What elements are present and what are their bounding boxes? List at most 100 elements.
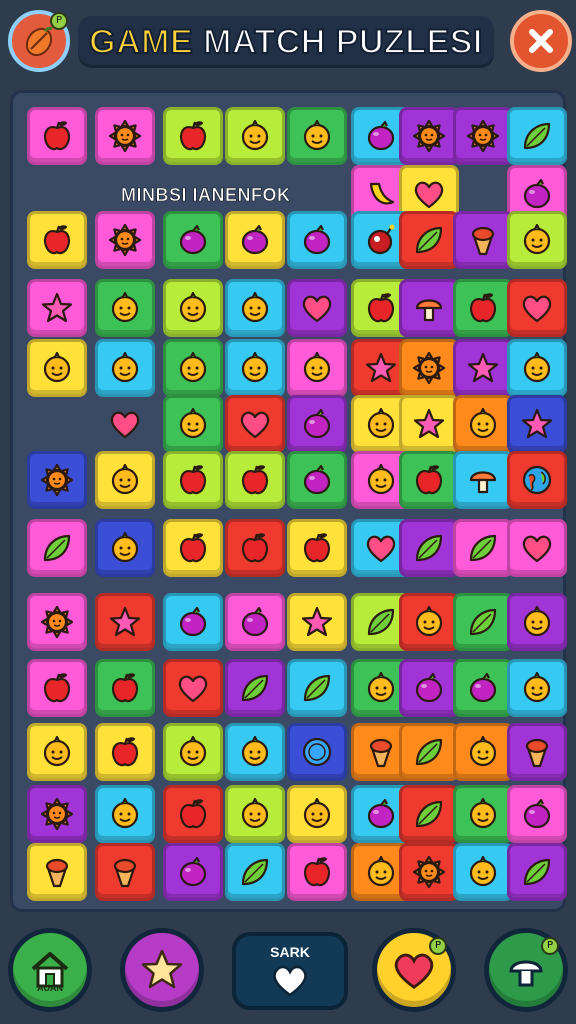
board-tile[interactable] [453, 211, 513, 269]
board-tile[interactable] [399, 519, 459, 577]
board-tile[interactable] [287, 593, 347, 651]
board-tile[interactable] [95, 843, 155, 901]
board-tile[interactable] [507, 785, 567, 843]
board-tile[interactable] [399, 843, 459, 901]
board-tile[interactable] [453, 395, 513, 453]
board-tile[interactable] [287, 107, 347, 165]
board-tile[interactable] [453, 279, 513, 337]
board-tile[interactable] [27, 519, 87, 577]
board-tile[interactable] [225, 723, 285, 781]
board-tile[interactable] [399, 451, 459, 509]
board-tile[interactable] [95, 107, 155, 165]
board-tile[interactable] [399, 785, 459, 843]
home-button[interactable]: AUAN [8, 928, 92, 1012]
board-tile[interactable] [95, 279, 155, 337]
board-tile[interactable] [225, 785, 285, 843]
board-tile[interactable] [27, 211, 87, 269]
board-tile[interactable] [27, 593, 87, 651]
board-tile[interactable] [95, 339, 155, 397]
board-tile[interactable] [95, 593, 155, 651]
board-tile[interactable] [27, 659, 87, 717]
board-tile[interactable] [225, 593, 285, 651]
board-tile[interactable] [163, 659, 223, 717]
board-tile[interactable] [163, 279, 223, 337]
board-tile[interactable] [163, 451, 223, 509]
board-tile[interactable] [27, 723, 87, 781]
board-tile[interactable] [453, 107, 513, 165]
board-tile[interactable] [27, 451, 87, 509]
heart-button[interactable]: P [372, 928, 456, 1012]
board-tile[interactable] [163, 723, 223, 781]
board-tile[interactable] [287, 843, 347, 901]
board-tile[interactable] [399, 107, 459, 165]
close-button[interactable] [510, 10, 572, 72]
board-tile[interactable] [163, 519, 223, 577]
board-tile[interactable] [399, 211, 459, 269]
board-tile[interactable] [399, 339, 459, 397]
board-tile[interactable] [225, 519, 285, 577]
board-tile[interactable] [453, 339, 513, 397]
board-tile[interactable] [507, 593, 567, 651]
spark-button[interactable]: SARK [232, 932, 348, 1010]
board-tile[interactable] [163, 395, 223, 453]
board-tile[interactable] [399, 395, 459, 453]
board-tile[interactable] [507, 519, 567, 577]
board-tile[interactable] [399, 723, 459, 781]
board-tile[interactable] [287, 785, 347, 843]
board-tile[interactable] [225, 279, 285, 337]
board-tile[interactable] [95, 659, 155, 717]
board-tile[interactable] [27, 107, 87, 165]
board-tile[interactable] [95, 723, 155, 781]
board-tile[interactable] [95, 211, 155, 269]
board-tile[interactable] [399, 659, 459, 717]
board-tile[interactable] [453, 659, 513, 717]
board-tile[interactable] [95, 395, 155, 453]
board-tile[interactable] [225, 339, 285, 397]
board-tile[interactable] [453, 723, 513, 781]
board-tile[interactable] [95, 785, 155, 843]
board-tile[interactable] [507, 107, 567, 165]
board-tile[interactable] [287, 279, 347, 337]
board-tile[interactable] [95, 451, 155, 509]
board-tile[interactable] [225, 659, 285, 717]
board-tile[interactable] [225, 843, 285, 901]
board-tile[interactable] [163, 843, 223, 901]
board-tile[interactable] [507, 451, 567, 509]
board-tile[interactable] [163, 593, 223, 651]
board-tile[interactable] [287, 395, 347, 453]
board-tile[interactable] [287, 339, 347, 397]
board-tile[interactable] [95, 519, 155, 577]
board-tile[interactable] [163, 339, 223, 397]
board-tile[interactable] [163, 107, 223, 165]
board-tile[interactable] [27, 339, 87, 397]
board-tile[interactable] [453, 843, 513, 901]
board-tile[interactable] [507, 211, 567, 269]
board-tile[interactable] [27, 785, 87, 843]
board-tile[interactable] [453, 451, 513, 509]
board-tile[interactable] [507, 659, 567, 717]
board-tile[interactable] [163, 785, 223, 843]
board-tile[interactable] [287, 451, 347, 509]
board-tile[interactable] [399, 279, 459, 337]
board-tile[interactable] [453, 593, 513, 651]
board-tile[interactable] [225, 395, 285, 453]
star-button[interactable] [120, 928, 204, 1012]
board-tile[interactable] [287, 519, 347, 577]
board-tile[interactable] [507, 339, 567, 397]
board-tile[interactable] [507, 279, 567, 337]
board-tile[interactable] [287, 211, 347, 269]
board-tile[interactable] [453, 785, 513, 843]
board-tile[interactable] [507, 395, 567, 453]
board-tile[interactable] [453, 519, 513, 577]
board-tile[interactable] [399, 593, 459, 651]
board-tile[interactable] [507, 843, 567, 901]
board-tile[interactable] [225, 451, 285, 509]
game-logo-button[interactable]: P [8, 10, 70, 72]
board-tile[interactable] [287, 659, 347, 717]
board-tile[interactable] [27, 279, 87, 337]
board-tile[interactable] [225, 107, 285, 165]
board-tile[interactable] [163, 211, 223, 269]
board-tile[interactable] [287, 723, 347, 781]
board-tile[interactable] [225, 211, 285, 269]
board-tile[interactable] [27, 843, 87, 901]
